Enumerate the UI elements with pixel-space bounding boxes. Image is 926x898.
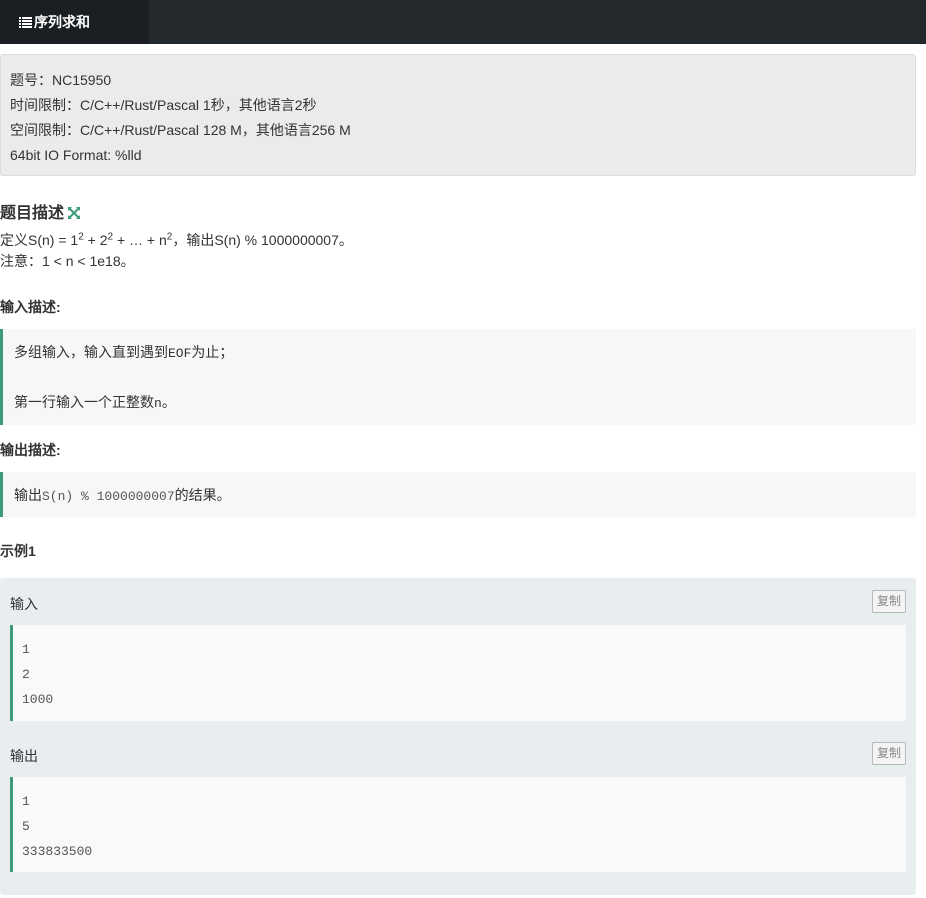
input-desc-block: 多组输入，输入直到遇到EOF为止； 第一行输入一个正整数n。 (0, 329, 916, 425)
copy-input-button[interactable]: 复制 (872, 590, 906, 613)
sample-output-line: 333833500 (22, 844, 93, 859)
output-desc-line: 输出S(n) % 1000000007的结果。 (14, 487, 231, 504)
sample-box: 输入 复制 1 2 1000 输出 复制 1 5 333833500 (0, 578, 916, 895)
problem-meta-box: 题号：NC15950 时间限制：C/C++/Rust/Pascal 1秒，其他语… (0, 54, 916, 176)
sample-input-line: 1 (22, 642, 30, 657)
tab-problem-title[interactable]: 序列求和 (0, 0, 149, 44)
sample-input-line: 2 (22, 667, 30, 682)
input-desc-title: 输入描述: (0, 299, 61, 315)
sample-output-line: 1 (22, 794, 30, 809)
time-limit: 时间限制：C/C++/Rust/Pascal 1秒，其他语言2秒 (10, 97, 317, 113)
sample-input-line: 1000 (22, 692, 54, 707)
output-desc-block: 输出S(n) % 1000000007的结果。 (0, 472, 916, 517)
sample-input-code[interactable]: 1 2 1000 (10, 625, 906, 721)
sample-output-code[interactable]: 1 5 333833500 (10, 777, 906, 872)
sample-input-label: 输入 (10, 596, 38, 612)
memory-limit: 空间限制：C/C++/Rust/Pascal 128 M，其他语言256 M (10, 122, 351, 138)
definition-line: 定义S(n) = 12 + 22 + … + n2，输出S(n) % 10000… (0, 231, 353, 248)
copy-output-button[interactable]: 复制 (872, 742, 906, 765)
top-bar: 序列求和 (0, 0, 926, 44)
list-icon (19, 16, 32, 28)
input-desc-line-1: 多组输入，输入直到遇到EOF为止； (14, 344, 234, 361)
sample-output-label: 输出 (10, 748, 38, 764)
io-format: 64bit IO Format: %lld (10, 147, 142, 163)
description-heading: 题目描述 (0, 199, 81, 223)
sample-title: 示例1 (0, 543, 36, 559)
tab-label: 序列求和 (34, 14, 90, 30)
expand-icon[interactable] (67, 206, 81, 220)
description-title: 题目描述 (0, 205, 65, 222)
note-line: 注意：1 < n < 1e18。 (0, 253, 135, 269)
problem-id: 题号：NC15950 (10, 72, 112, 88)
problem-description: 定义S(n) = 12 + 22 + … + n2，输出S(n) % 10000… (0, 230, 353, 272)
input-desc-line-2: 第一行输入一个正整数n。 (14, 394, 176, 411)
output-desc-title: 输出描述: (0, 442, 61, 458)
sample-output-line: 5 (22, 819, 30, 834)
